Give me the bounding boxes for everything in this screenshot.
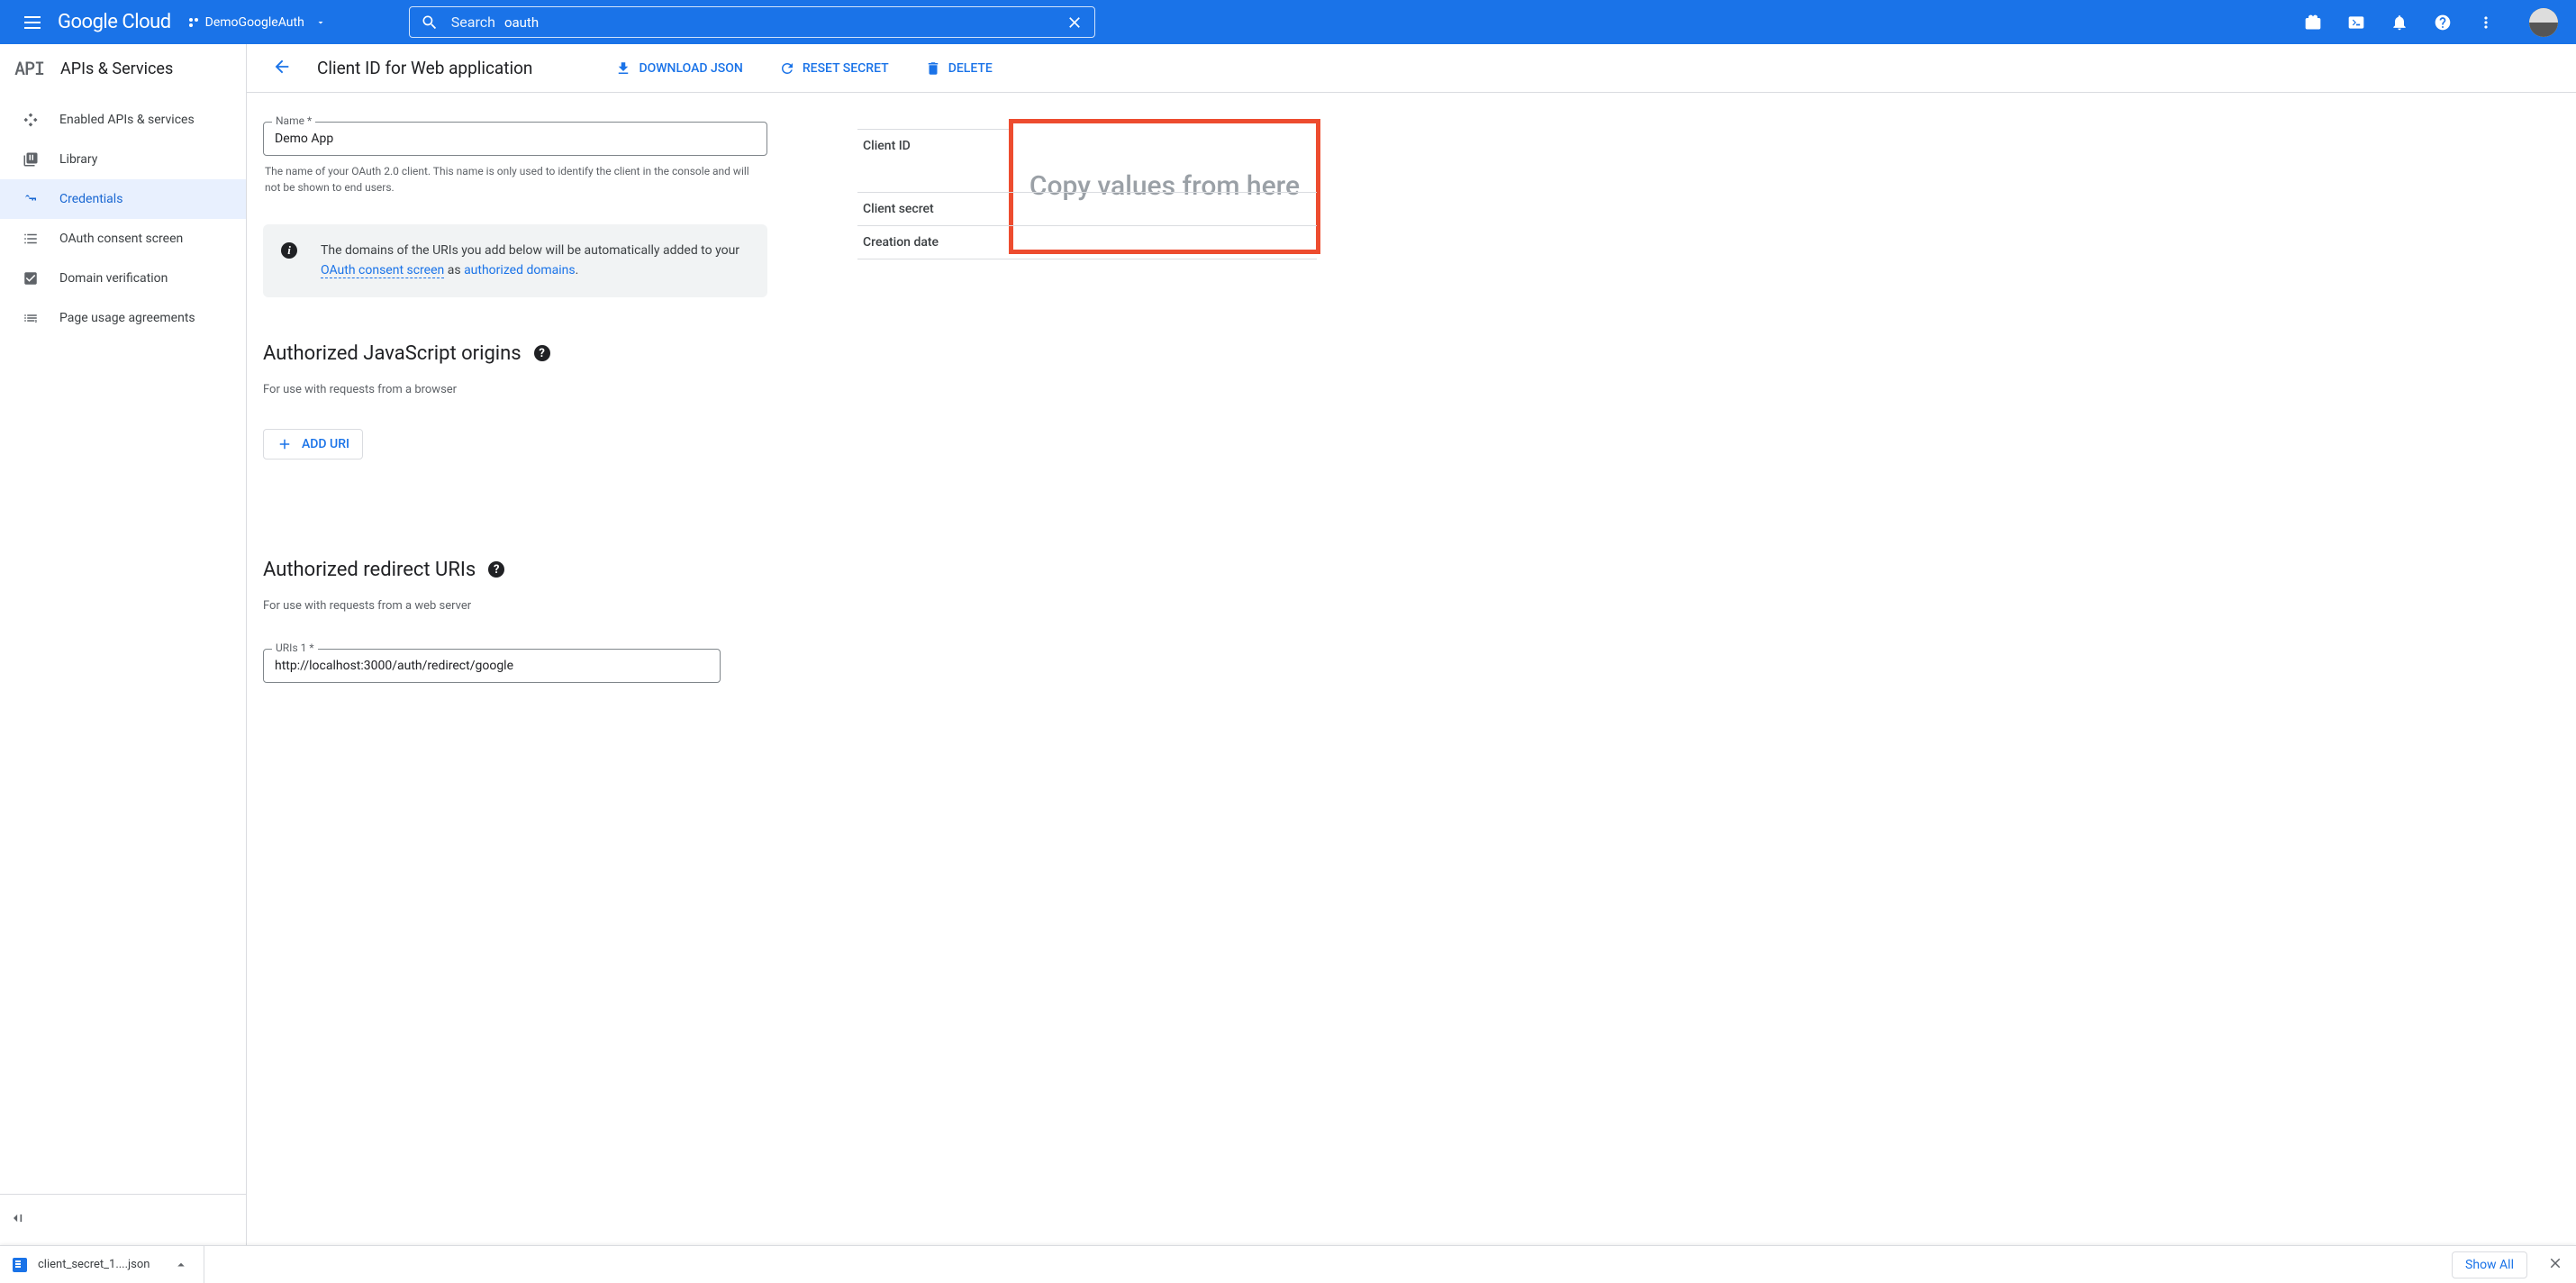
sidebar-item-enabled-apis[interactable]: Enabled APIs & services xyxy=(0,100,246,140)
file-icon xyxy=(13,1258,27,1272)
search-label: Search xyxy=(451,14,495,31)
cloud-shell-icon[interactable] xyxy=(2345,12,2367,33)
sidebar-item-label: OAuth consent screen xyxy=(59,232,183,246)
sidebar-item-page-usage[interactable]: Page usage agreements xyxy=(0,298,246,338)
help-icon[interactable]: ? xyxy=(534,345,550,361)
show-all-button[interactable]: Show All xyxy=(2452,1251,2527,1278)
more-icon[interactable] xyxy=(2475,12,2497,33)
clear-search-icon[interactable] xyxy=(1066,14,1084,32)
sidebar-item-label: Enabled APIs & services xyxy=(59,113,195,127)
creation-date-row: Creation date xyxy=(857,225,1317,259)
redirect-uris-heading: Authorized redirect URIs ? xyxy=(263,559,767,581)
sidebar: API APIs & Services Enabled APIs & servi… xyxy=(0,44,247,1245)
app-header: Google Cloud DemoGoogleAuth Search oauth xyxy=(0,0,2576,44)
search-value: oauth xyxy=(504,14,1066,31)
name-input[interactable] xyxy=(263,122,767,156)
search-icon xyxy=(421,14,439,32)
page-title: Client ID for Web application xyxy=(317,58,532,78)
action-bar: Client ID for Web application DOWNLOAD J… xyxy=(247,44,2576,93)
free-trial-icon[interactable] xyxy=(2302,12,2324,33)
js-origins-heading: Authorized JavaScript origins ? xyxy=(263,342,767,365)
arrow-back-icon xyxy=(272,57,292,77)
project-name: DemoGoogleAuth xyxy=(205,15,304,30)
sidebar-item-oauth-consent[interactable]: OAuth consent screen xyxy=(0,219,246,259)
uri1-label: URIs 1 * xyxy=(272,642,318,654)
help-icon[interactable] xyxy=(2432,12,2454,33)
sidebar-header[interactable]: API APIs & Services xyxy=(0,44,246,93)
sidebar-item-label: Library xyxy=(59,152,97,167)
uri1-input[interactable] xyxy=(263,649,721,683)
sidebar-title: APIs & Services xyxy=(60,59,173,78)
back-button[interactable] xyxy=(265,50,299,87)
download-bar: client_secret_1....json Show All xyxy=(0,1245,2576,1283)
info-banner: i The domains of the URIs you add below … xyxy=(263,224,767,297)
key-icon xyxy=(22,190,40,208)
name-helper: The name of your OAuth 2.0 client. This … xyxy=(265,163,766,196)
list-icon xyxy=(22,309,40,327)
authorized-domains-link[interactable]: authorized domains xyxy=(464,263,576,278)
redirect-uris-sub: For use with requests from a web server xyxy=(263,599,767,613)
download-file-name: client_secret_1....json xyxy=(38,1258,150,1271)
collapse-icon xyxy=(9,1209,27,1227)
library-icon xyxy=(22,150,40,168)
consent-icon xyxy=(22,230,40,248)
chevron-down-icon xyxy=(315,17,326,28)
plus-icon xyxy=(277,436,293,452)
reset-secret-button[interactable]: RESET SECRET xyxy=(768,53,900,84)
sidebar-item-library[interactable]: Library xyxy=(0,140,246,179)
collapse-sidebar-button[interactable] xyxy=(4,1206,242,1234)
user-avatar[interactable] xyxy=(2529,8,2558,37)
google-cloud-logo[interactable]: Google Cloud xyxy=(58,11,171,33)
oauth-consent-link[interactable]: OAuth consent screen xyxy=(321,263,444,278)
name-field-wrapper: Name * xyxy=(263,122,767,156)
sidebar-item-label: Credentials xyxy=(59,192,122,206)
sidebar-item-label: Page usage agreements xyxy=(59,311,195,325)
download-icon xyxy=(615,60,631,77)
sidebar-item-domain-verification[interactable]: Domain verification xyxy=(0,259,246,298)
header-actions xyxy=(2302,8,2558,37)
download-json-button[interactable]: DOWNLOAD JSON xyxy=(604,53,753,84)
sidebar-item-label: Domain verification xyxy=(59,271,168,286)
sidebar-item-credentials[interactable]: Credentials xyxy=(0,179,246,219)
credentials-panel: Client ID Copy values from here Client s… xyxy=(857,129,1317,688)
notifications-icon[interactable] xyxy=(2389,12,2410,33)
delete-icon xyxy=(925,60,941,77)
refresh-icon xyxy=(779,60,795,77)
hamburger-menu-button[interactable] xyxy=(11,1,54,44)
add-uri-button[interactable]: ADD URI xyxy=(263,429,363,460)
help-icon[interactable]: ? xyxy=(488,561,504,578)
project-selector[interactable]: DemoGoogleAuth xyxy=(189,15,326,30)
close-download-bar-button[interactable] xyxy=(2542,1250,2569,1280)
check-icon xyxy=(22,269,40,287)
info-icon: i xyxy=(281,242,297,259)
uri1-field-wrapper: URIs 1 * xyxy=(263,649,721,683)
delete-button[interactable]: DELETE xyxy=(914,53,1003,84)
main-content: Client ID for Web application DOWNLOAD J… xyxy=(247,44,2576,1245)
name-label: Name * xyxy=(272,114,315,127)
download-chip[interactable]: client_secret_1....json xyxy=(7,1246,204,1283)
diamond-icon xyxy=(22,111,40,129)
search-box[interactable]: Search oauth xyxy=(409,6,1095,38)
project-icon xyxy=(189,18,198,27)
info-text: The domains of the URIs you add below wi… xyxy=(321,241,749,281)
api-badge: API xyxy=(14,57,44,80)
chevron-up-icon[interactable] xyxy=(173,1257,189,1273)
hamburger-icon xyxy=(24,16,41,29)
client-secret-row: Client secret xyxy=(857,192,1317,225)
js-origins-sub: For use with requests from a browser xyxy=(263,383,767,396)
client-id-row: Client ID Copy values from here xyxy=(857,129,1317,192)
close-icon xyxy=(2547,1255,2563,1271)
